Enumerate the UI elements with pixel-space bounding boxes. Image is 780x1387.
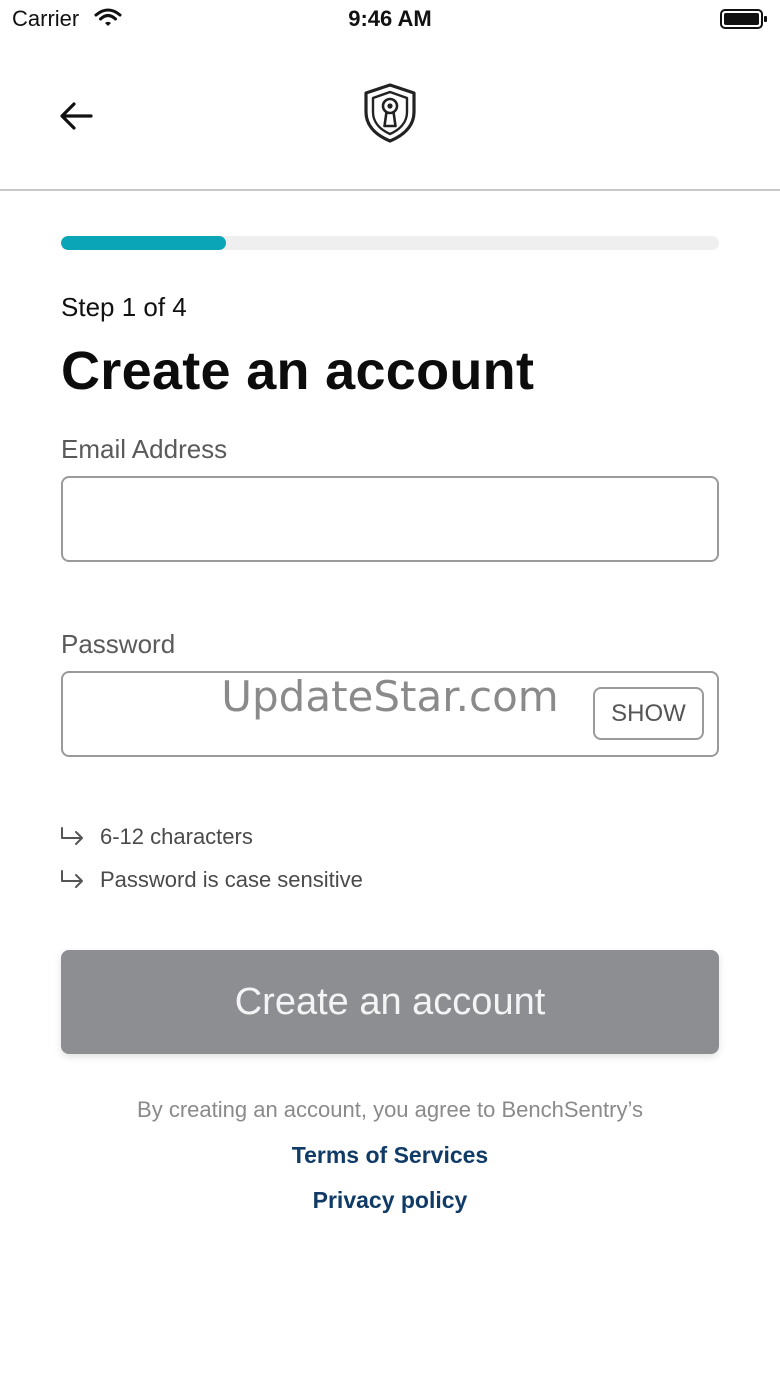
show-password-button[interactable]: SHOW: [593, 687, 704, 740]
arrow-left-icon: [60, 102, 93, 130]
email-label: Email Address: [61, 434, 228, 464]
create-account-button[interactable]: Create an account: [61, 950, 719, 1054]
hint-text: 6-12 characters: [100, 824, 253, 849]
return-arrow-icon: [61, 870, 83, 888]
progress-fill: [61, 236, 226, 250]
hint-item: Password is case sensitive: [58, 865, 363, 895]
privacy-policy-link[interactable]: Privacy policy: [0, 1187, 780, 1214]
progress-bar: [61, 236, 719, 250]
hint-item: 6-12 characters: [58, 822, 253, 852]
terms-of-service-link[interactable]: Terms of Services: [0, 1142, 780, 1169]
clock: 9:46 AM: [348, 6, 432, 31]
shield-keyhole-icon: [364, 83, 416, 143]
navigation-bar: [0, 40, 780, 191]
password-label: Password: [61, 629, 176, 659]
back-button[interactable]: [52, 92, 100, 140]
step-label: Step 1 of 4: [61, 292, 187, 322]
agreement-text: By creating an account, you agree to Ben…: [137, 1097, 643, 1122]
hint-text: Password is case sensitive: [100, 867, 363, 892]
status-bar: Carrier 9:46 AM: [0, 0, 780, 40]
battery-icon: [720, 9, 767, 29]
email-field[interactable]: [61, 476, 719, 562]
return-arrow-icon: [61, 827, 83, 845]
page-title: Create an account: [61, 341, 535, 401]
